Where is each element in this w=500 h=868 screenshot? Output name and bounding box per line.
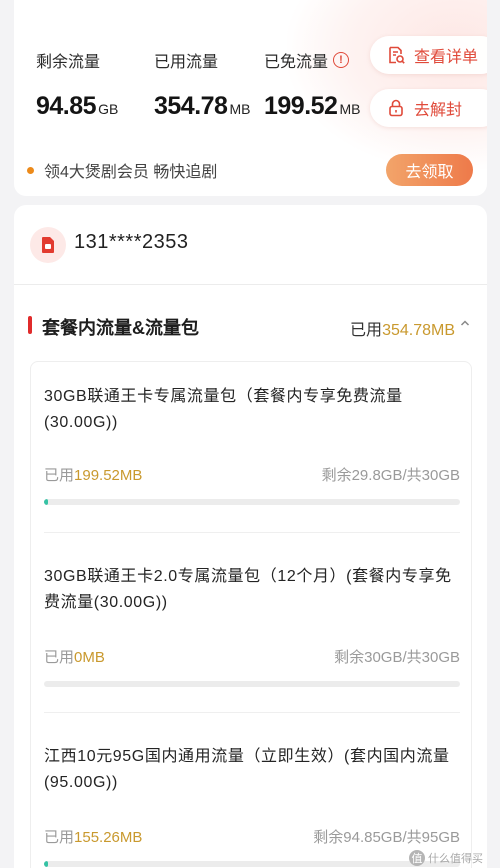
- view-details-label: 查看详单: [414, 49, 479, 66]
- package-used: 已用199.52MB: [44, 464, 142, 485]
- package-used-prefix: 已用: [44, 829, 75, 846]
- package-title: 30GB联通王卡专属流量包（套餐内专享免费流量(30.00G)): [44, 388, 403, 431]
- section-title: 套餐内流量&流量包: [42, 318, 199, 338]
- package-title: 江西10元95G国内通用流量（立即生效）(套内国内流量(95.00G)): [44, 748, 450, 791]
- package-used-value: 155.26MB: [74, 829, 143, 846]
- used-traffic-value: 354.78 MB: [154, 92, 250, 121]
- remaining-traffic-label: 剩余流量: [36, 54, 101, 71]
- package-progress-bar: [44, 861, 460, 867]
- package-usage-row: 已用155.26MB 剩余94.85GB/共95GB: [44, 826, 460, 847]
- package-remaining: 剩余94.85GB/共95GB: [313, 829, 460, 846]
- info-icon[interactable]: !: [333, 52, 350, 68]
- package-used: 已用0MB: [44, 646, 105, 667]
- package-used-value: 0MB: [74, 649, 105, 666]
- remaining-traffic-value: 94.85 GB: [36, 92, 118, 121]
- promo-banner: 领4大煲剧会员 畅快追剧 去领取: [14, 148, 487, 192]
- package-progress-bar: [44, 499, 460, 505]
- package-remaining: 剩余29.8GB/共30GB: [321, 467, 460, 484]
- package-progress-fill: [44, 499, 48, 505]
- section-accent-bar: [28, 316, 32, 334]
- phone-number: 131****2353: [74, 231, 189, 253]
- section-used-summary: 已用354.78MB: [350, 316, 455, 340]
- traffic-summary-card: 剩余流量 94.85 GB 已用流量 354.78 MB 已免流量 ! 199.52…: [14, 0, 487, 196]
- watermark: 值 什么值得买: [409, 850, 483, 866]
- package-item: 30GB联通王卡2.0专属流量包（12个月）(套餐内专享免费流量(30.00G)…: [44, 564, 460, 687]
- claim-button[interactable]: 去领取: [386, 154, 473, 186]
- package-usage-row: 已用199.52MB 剩余29.8GB/共30GB: [44, 464, 460, 485]
- package-progress-bar: [44, 681, 460, 687]
- package-item: 江西10元95G国内通用流量（立即生效）(套内国内流量(95.00G)) 已用1…: [44, 744, 460, 867]
- sim-card-icon: [30, 227, 66, 263]
- promo-text: 领4大煲剧会员 畅快追剧: [44, 164, 218, 181]
- unblock-button[interactable]: 去解封: [370, 89, 487, 127]
- remaining-traffic-stat: 剩余流量 94.85 GB: [36, 48, 118, 121]
- package-item: 30GB联通王卡专属流量包（套餐内专享免费流量(30.00G)) 已用199.5…: [44, 384, 460, 505]
- exempt-traffic-label-row: 已免流量 !: [264, 48, 360, 72]
- section-used-prefix: 已用: [350, 322, 383, 339]
- promo-dot: [27, 166, 34, 174]
- package-used-value: 199.52MB: [74, 467, 143, 484]
- remaining-traffic-number: 94.85: [36, 92, 97, 120]
- section-used-value: 354.78MB: [382, 322, 455, 339]
- watermark-badge: 值: [409, 850, 425, 866]
- exempt-traffic-number: 199.52: [264, 92, 338, 120]
- account-row: 131****2353: [14, 205, 487, 285]
- package-used-prefix: 已用: [44, 467, 75, 484]
- lock-icon: [386, 98, 406, 118]
- package-used-prefix: 已用: [44, 649, 75, 666]
- used-traffic-unit: MB: [229, 101, 251, 117]
- exempt-traffic-unit: MB: [339, 101, 361, 117]
- chevron-up-icon[interactable]: [459, 317, 471, 329]
- package-section-header[interactable]: 套餐内流量&流量包 已用354.78MB: [14, 305, 487, 345]
- package-used: 已用155.26MB: [44, 826, 142, 847]
- watermark-text: 什么值得买: [428, 853, 483, 865]
- remaining-traffic-unit: GB: [98, 101, 119, 117]
- used-traffic-label: 已用流量: [154, 54, 219, 71]
- package-detail-card: 131****2353 套餐内流量&流量包 已用354.78MB 30GB联通王…: [14, 205, 487, 868]
- package-usage-row: 已用0MB 剩余30GB/共30GB: [44, 646, 460, 667]
- package-divider: [44, 532, 460, 533]
- exempt-traffic-value: 199.52 MB: [264, 92, 360, 121]
- package-remaining: 剩余30GB/共30GB: [334, 649, 460, 666]
- view-details-button[interactable]: 查看详单: [370, 36, 487, 74]
- unblock-label: 去解封: [414, 102, 463, 119]
- package-list: 30GB联通王卡专属流量包（套餐内专享免费流量(30.00G)) 已用199.5…: [30, 361, 472, 868]
- package-title: 30GB联通王卡2.0专属流量包（12个月）(套餐内专享免费流量(30.00G)…: [44, 568, 452, 611]
- used-traffic-stat: 已用流量 354.78 MB: [154, 48, 250, 121]
- package-progress-fill: [44, 861, 48, 867]
- package-divider: [44, 712, 460, 713]
- document-search-icon: [386, 45, 406, 65]
- used-traffic-number: 354.78: [154, 92, 228, 120]
- exempt-traffic-stat: 已免流量 ! 199.52 MB: [264, 48, 360, 121]
- exempt-traffic-label: 已免流量: [264, 54, 329, 71]
